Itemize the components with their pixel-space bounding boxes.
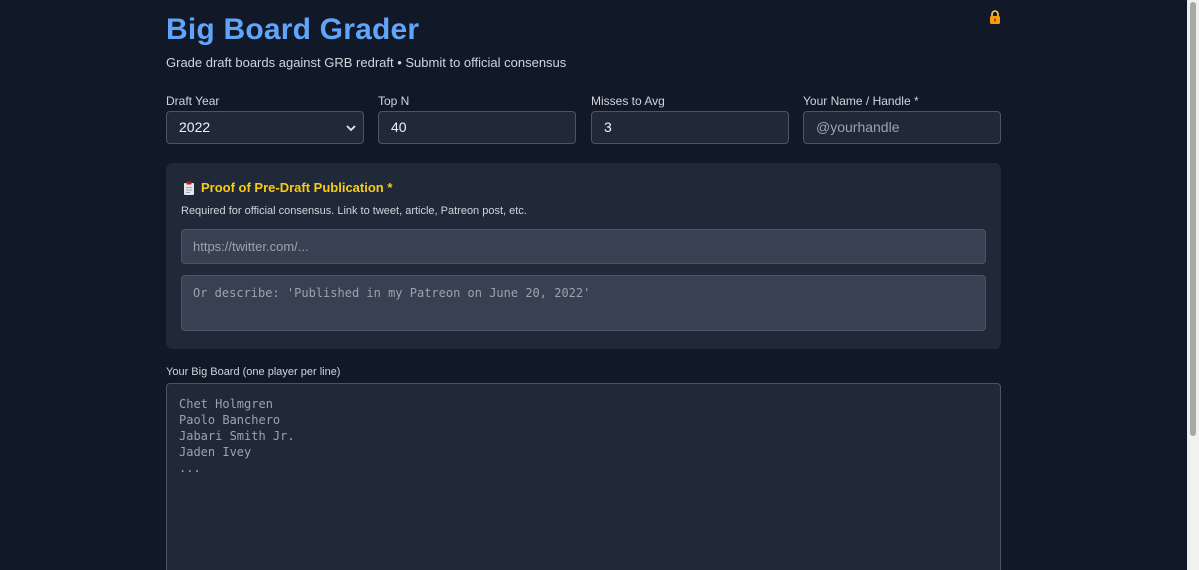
big-board-label: Your Big Board (one player per line) [166,366,341,378]
board-placeholder-line: Jabari Smith Jr. [179,429,295,443]
draft-year-label: Draft Year [166,94,220,108]
top-n-input[interactable]: 40 [378,111,576,144]
misses-to-avg-input[interactable]: 3 [591,111,789,144]
misses-to-avg-label: Misses to Avg [591,94,665,108]
chevron-down-icon [346,125,356,132]
misses-to-avg-field: Misses to Avg 3 [591,94,789,144]
top-n-field: Top N 40 [378,94,576,144]
page: Big Board Grader Grade draft boards agai… [0,0,1199,570]
page-title: Big Board Grader [166,13,420,46]
lock-icon[interactable] [989,10,1001,24]
draft-year-field: Draft Year 2022 [166,94,364,144]
top-n-label: Top N [378,94,410,108]
proof-title: Proof of Pre-Draft Publication * [183,180,392,195]
proof-panel: Proof of Pre-Draft Publication * Require… [166,163,1001,349]
proof-title-text: Proof of Pre-Draft Publication * [201,180,393,195]
board-placeholder-line: Paolo Banchero [179,413,281,427]
name-handle-field: Your Name / Handle * @yourhandle [803,94,1001,144]
name-handle-input[interactable]: @yourhandle [803,111,1001,144]
proof-description: Required for official consensus. Link to… [181,205,527,217]
scrollbar-thumb[interactable] [1190,2,1196,436]
name-handle-label: Your Name / Handle * [803,94,919,108]
clipboard-icon [184,181,194,195]
page-subtitle: Grade draft boards against GRB redraft •… [166,55,567,70]
board-placeholder-line: Jaden Ivey [179,445,252,459]
board-placeholder-line: Chet Holmgren [179,397,273,411]
proof-description-textarea[interactable]: Or describe: 'Published in my Patreon on… [181,275,986,331]
big-board-textarea[interactable]: Chet Holmgren Paolo Banchero Jabari Smit… [166,383,1001,570]
proof-url-input[interactable]: https://twitter.com/... [181,229,986,264]
draft-year-select[interactable]: 2022 [166,111,364,144]
board-placeholder-line: ... [179,461,201,475]
page-scrollbar[interactable] [1187,0,1199,570]
draft-year-value: 2022 [179,119,211,135]
